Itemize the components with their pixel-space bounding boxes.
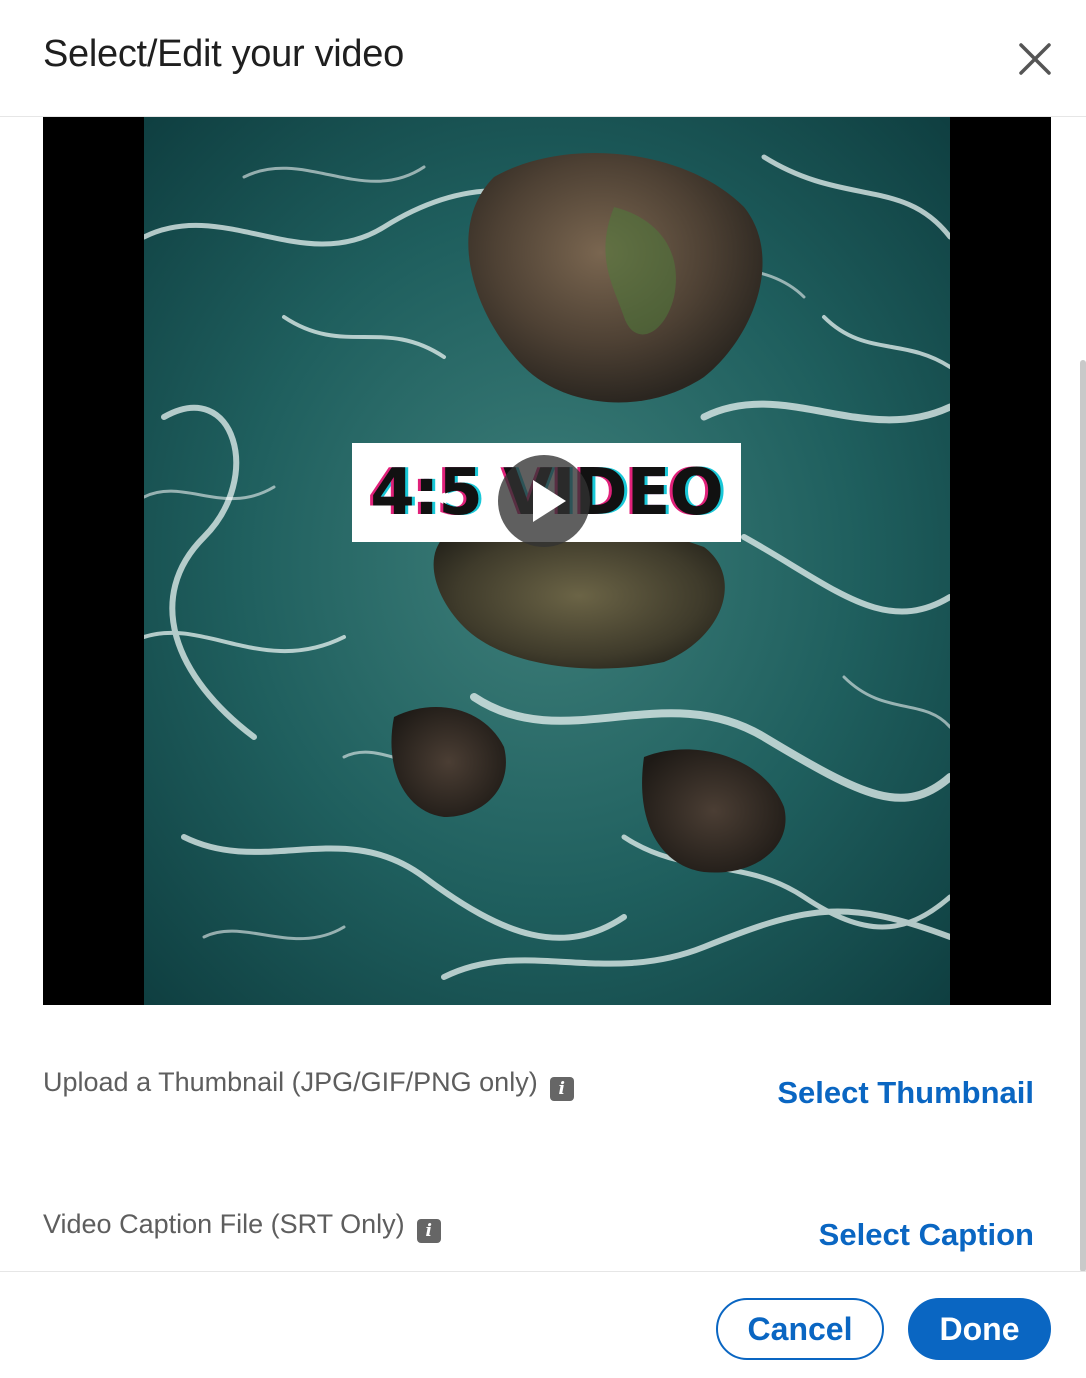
scrollbar[interactable] <box>1080 360 1086 1272</box>
info-icon[interactable]: i <box>416 1219 441 1243</box>
close-icon <box>1019 43 1051 75</box>
dialog-title: Select/Edit your video <box>43 33 404 75</box>
play-button[interactable] <box>498 455 590 547</box>
info-icon[interactable]: i <box>549 1077 574 1101</box>
ocean-rocks-image <box>144 117 950 1005</box>
caption-label-text: Video Caption File (SRT Only) <box>43 1209 405 1239</box>
select-caption-button[interactable]: Select Caption <box>819 1217 1034 1253</box>
video-edit-dialog: Select/Edit your video 4:5 VIDEO Upload … <box>0 0 1086 1378</box>
cancel-button[interactable]: Cancel <box>716 1298 884 1360</box>
thumbnail-label: Upload a Thumbnail (JPG/GIF/PNG only) i <box>43 1067 574 1101</box>
dialog-footer: Cancel Done <box>0 1271 1086 1378</box>
done-button[interactable]: Done <box>908 1298 1051 1360</box>
caption-label: Video Caption File (SRT Only) i <box>43 1209 441 1243</box>
thumbnail-label-text: Upload a Thumbnail (JPG/GIF/PNG only) <box>43 1067 538 1097</box>
thumbnail-row: Upload a Thumbnail (JPG/GIF/PNG only) i S… <box>43 1067 1043 1127</box>
play-icon <box>533 480 566 522</box>
video-thumbnail-image <box>144 117 950 1005</box>
caption-row: Video Caption File (SRT Only) i Select Ca… <box>43 1209 1043 1269</box>
video-player[interactable]: 4:5 VIDEO <box>43 117 1051 1005</box>
select-thumbnail-button[interactable]: Select Thumbnail <box>777 1075 1034 1111</box>
close-button[interactable] <box>1012 36 1058 82</box>
dialog-header: Select/Edit your video <box>0 0 1086 117</box>
